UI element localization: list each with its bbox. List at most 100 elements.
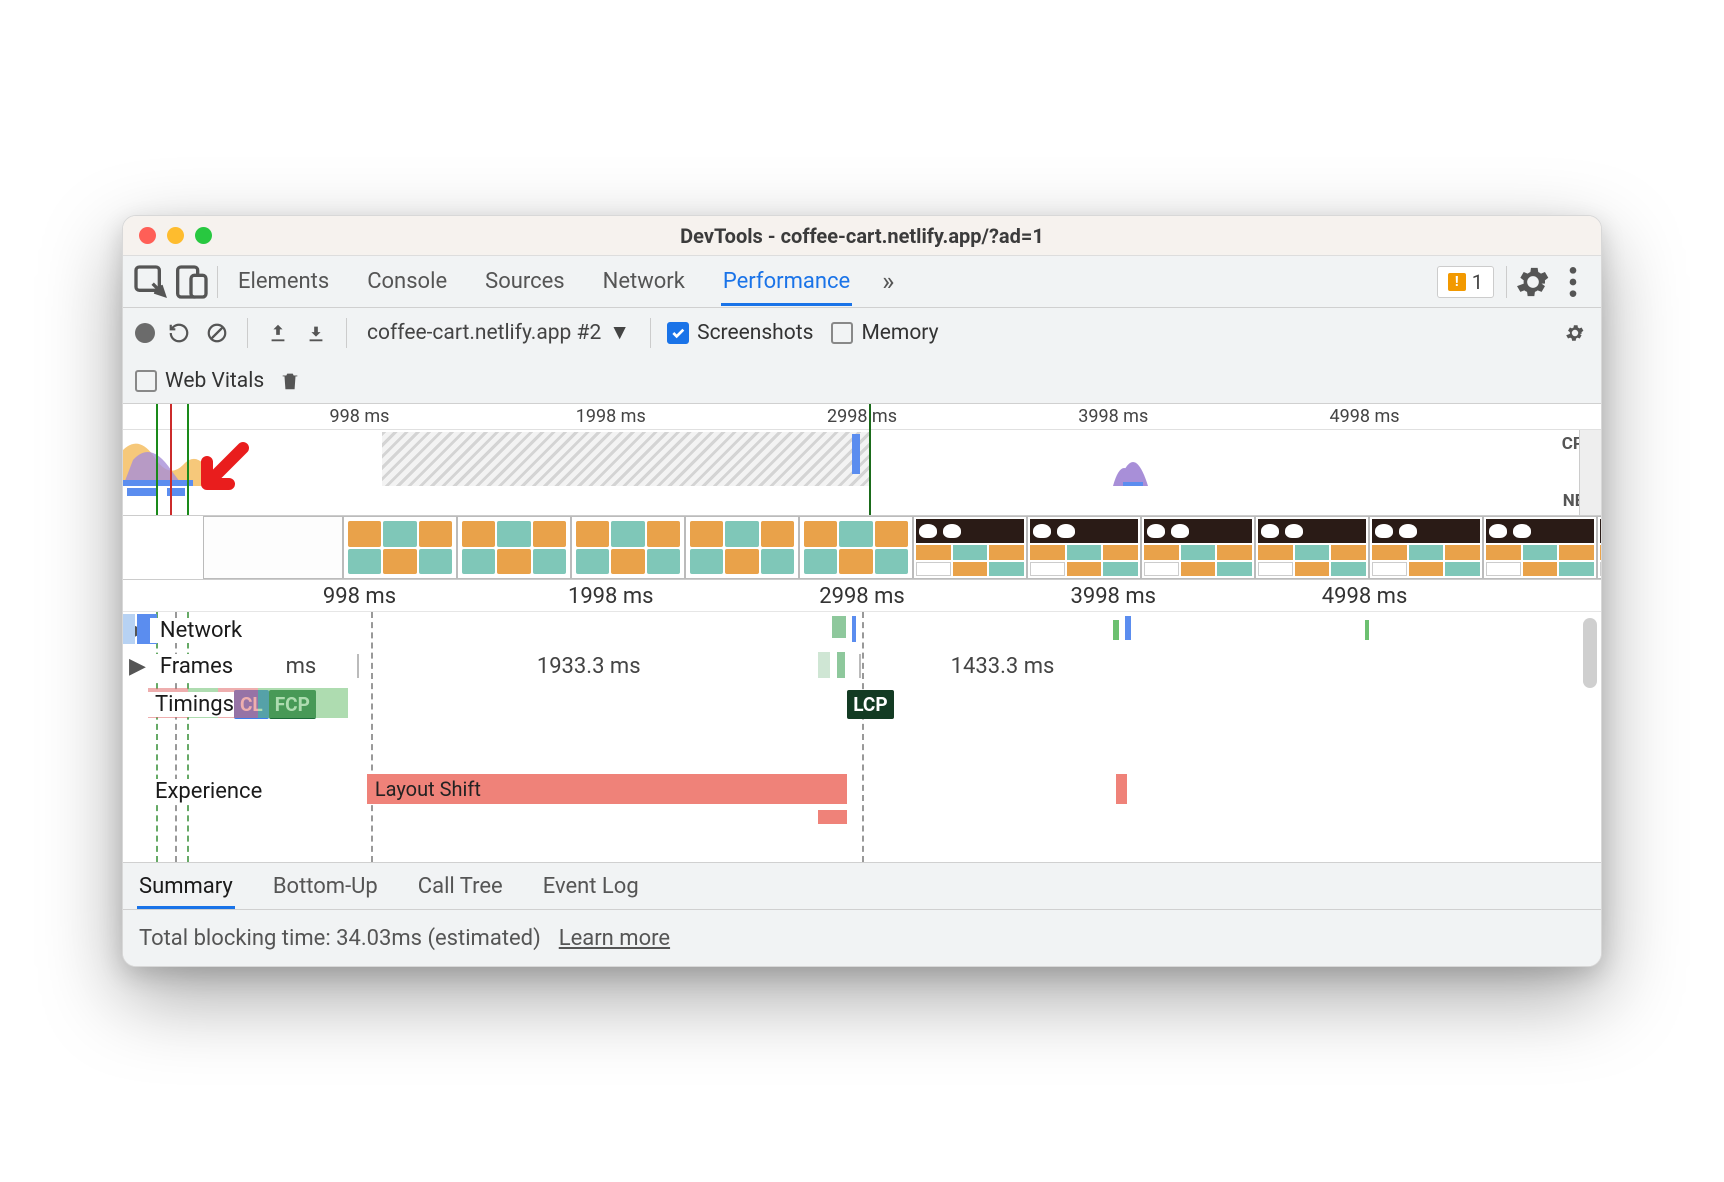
net-event[interactable]: [832, 616, 846, 638]
web-vitals-toggle[interactable]: Web Vitals: [135, 369, 264, 393]
inspect-icon[interactable]: [131, 262, 171, 302]
cpu-graph-spike: [1098, 430, 1187, 486]
frame-value: 1933.3 ms: [537, 654, 641, 679]
experience-label: Experience: [145, 779, 262, 804]
issues-badge[interactable]: ! 1: [1437, 266, 1494, 298]
filmstrip-frame[interactable]: [203, 516, 343, 579]
titlebar: DevTools - coffee-cart.netlify.app/?ad=1: [123, 216, 1601, 256]
overview-marker: [869, 404, 871, 515]
net-event[interactable]: [1113, 620, 1119, 640]
tab-sources[interactable]: Sources: [483, 257, 567, 306]
layout-shift-event[interactable]: [1116, 774, 1126, 804]
dtab-bottom-up[interactable]: Bottom-Up: [271, 864, 380, 909]
net-marker: [852, 434, 860, 474]
checkbox-unchecked-icon: [135, 370, 157, 392]
screenshots-label: Screenshots: [697, 321, 813, 345]
track-frames[interactable]: ▶ Frames ms 1933.3 ms 1433.3 ms: [123, 648, 1601, 684]
filmstrip-frame[interactable]: [571, 516, 685, 579]
filmstrip-frame[interactable]: [685, 516, 799, 579]
net-event[interactable]: [1125, 616, 1131, 640]
filmstrip-frame[interactable]: [1027, 516, 1141, 579]
filmstrip-frame[interactable]: [913, 516, 1027, 579]
dtab-summary[interactable]: Summary: [137, 864, 235, 909]
track-experience-sub: [123, 810, 1601, 826]
upload-icon[interactable]: [264, 319, 292, 347]
recording-selector[interactable]: coffee-cart.netlify.app #2 ▼: [363, 319, 634, 347]
filmstrip-frame[interactable]: [343, 516, 457, 579]
ruler-tick: 3998 ms: [1070, 584, 1156, 609]
track-timings[interactable]: Timings CL FCP LCP: [123, 684, 1601, 724]
close-icon[interactable]: [139, 227, 156, 244]
settings-gear-icon[interactable]: [1513, 262, 1553, 302]
panel-tabs: Elements Console Sources Network Perform…: [123, 256, 1601, 308]
ruler-tick: 4998 ms: [1322, 584, 1408, 609]
overview-marker: [156, 404, 158, 515]
details-tabs: Summary Bottom-Up Call Tree Event Log: [123, 862, 1601, 910]
trash-icon[interactable]: [276, 367, 304, 395]
overview-marker: [187, 404, 189, 515]
reload-icon[interactable]: [165, 319, 193, 347]
timings-label: Timings: [145, 692, 234, 717]
dtab-event-log[interactable]: Event Log: [541, 864, 641, 909]
tab-elements[interactable]: Elements: [236, 257, 331, 306]
screenshots-toggle[interactable]: Screenshots: [667, 321, 813, 345]
track-network[interactable]: ▶ Network: [123, 612, 1601, 648]
filmstrip-frame[interactable]: [1255, 516, 1369, 579]
network-label: Network: [150, 618, 242, 643]
net-event[interactable]: [1365, 620, 1369, 640]
download-icon[interactable]: [302, 319, 330, 347]
frame-block[interactable]: [818, 652, 830, 678]
frame-value: 1433.3 ms: [951, 654, 1055, 679]
track-experience[interactable]: Experience Layout Shift: [123, 772, 1601, 810]
ruler-tick: 2998 ms: [819, 584, 905, 609]
layout-shift-event[interactable]: [818, 810, 848, 824]
learn-more-link[interactable]: Learn more: [559, 926, 670, 951]
tab-network[interactable]: Network: [601, 257, 687, 306]
ruler-tick: 998 ms: [330, 406, 390, 427]
separator: [1506, 266, 1507, 298]
filmstrip-frame[interactable]: [799, 516, 913, 579]
tabs-overflow-icon[interactable]: »: [880, 255, 896, 309]
ruler-tick: 1998 ms: [568, 584, 654, 609]
ruler-tick: 2998 ms: [827, 406, 897, 427]
timing-badge-lcp[interactable]: LCP: [847, 690, 893, 719]
frame-block[interactable]: [837, 652, 845, 678]
tbt-text: Total blocking time: 34.03ms (estimated): [139, 926, 541, 951]
device-toggle-icon[interactable]: [171, 262, 211, 302]
window-controls: [139, 227, 212, 244]
layout-shift-event[interactable]: Layout Shift: [367, 774, 847, 804]
frame-value: ms: [286, 654, 317, 679]
filmstrip-frame[interactable]: [1141, 516, 1255, 579]
capture-settings-gear-icon[interactable]: [1561, 319, 1589, 347]
ruler-tick: 3998 ms: [1078, 406, 1148, 427]
tab-console[interactable]: Console: [365, 257, 449, 306]
timeline-overview[interactable]: 998 ms 1998 ms 2998 ms 3998 ms 4998 ms: [123, 404, 1601, 516]
dtab-call-tree[interactable]: Call Tree: [416, 864, 505, 909]
clear-icon[interactable]: [203, 319, 231, 347]
performance-toolbar: coffee-cart.netlify.app #2 ▼ Screenshots…: [123, 308, 1601, 358]
memory-label: Memory: [861, 321, 938, 345]
zoom-icon[interactable]: [195, 227, 212, 244]
net-event[interactable]: [852, 616, 856, 642]
cpu-graph: [123, 430, 1601, 486]
main-ruler: 998 ms 1998 ms 2998 ms 3998 ms 4998 ms: [123, 580, 1601, 612]
more-menu-icon[interactable]: [1553, 262, 1593, 302]
chevron-down-icon: ▼: [609, 321, 630, 345]
disclosure-right-icon[interactable]: ▶: [129, 654, 146, 679]
overview-scrollbar[interactable]: [1579, 430, 1601, 515]
annotation-arrow-icon: [193, 440, 253, 504]
memory-toggle[interactable]: Memory: [831, 321, 938, 345]
checkbox-checked-icon: [667, 322, 689, 344]
frames-label: Frames: [150, 654, 233, 679]
minimize-icon[interactable]: [167, 227, 184, 244]
filmstrip-frame[interactable]: [1369, 516, 1483, 579]
tab-performance[interactable]: Performance: [721, 257, 852, 306]
filmstrip-frame[interactable]: [1597, 516, 1601, 579]
screenshot-filmstrip[interactable]: [123, 516, 1601, 580]
flamechart-tracks[interactable]: ▶ Network ▶ Frames ms 1933.3 ms 1433.3 m…: [123, 612, 1601, 862]
filmstrip-frame[interactable]: [457, 516, 571, 579]
filmstrip-frame[interactable]: [1483, 516, 1597, 579]
warning-icon: !: [1448, 273, 1466, 291]
record-icon[interactable]: [135, 323, 155, 343]
ruler-tick: 4998 ms: [1330, 406, 1400, 427]
